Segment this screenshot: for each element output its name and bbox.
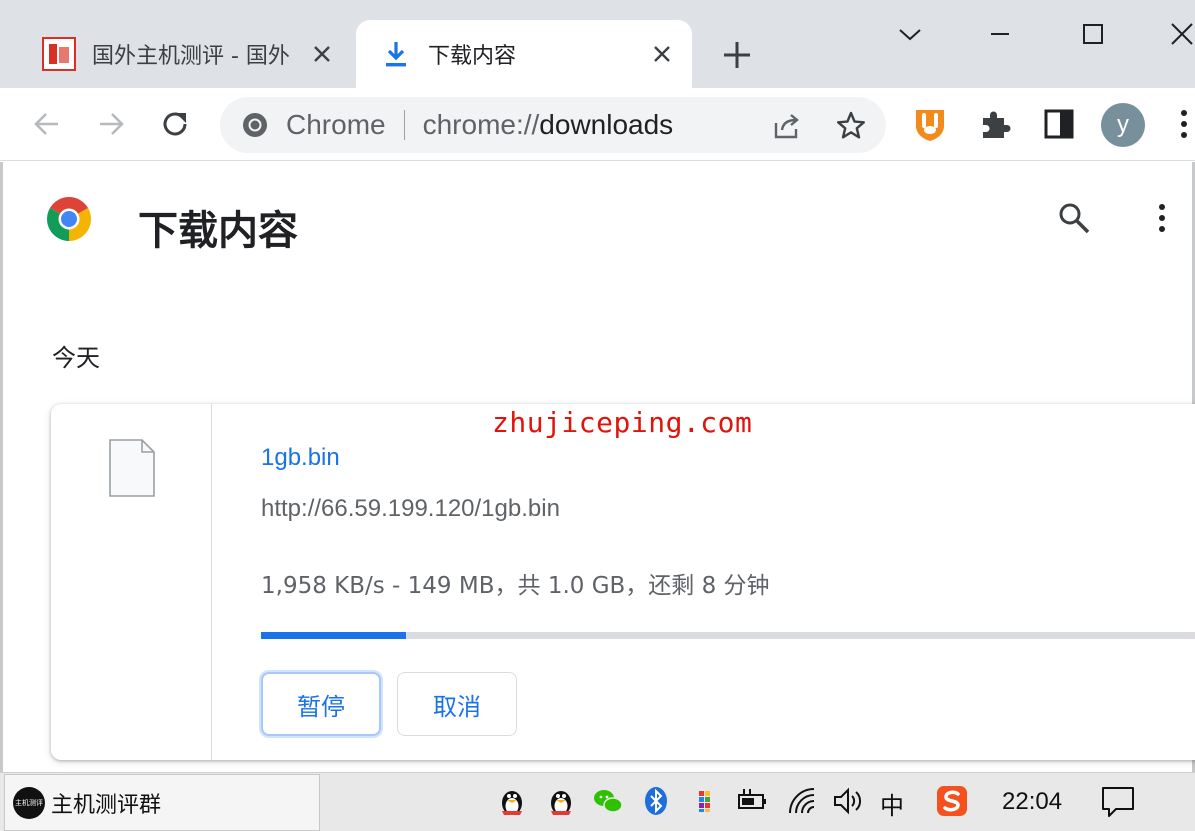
tab-title: 国外主机测评 - 国外: [92, 44, 290, 69]
chrome-logo-icon: [47, 197, 91, 241]
qq-penguin-icon[interactable]: [496, 785, 528, 817]
download-item-card: 1gb.bin http://66.59.199.120/1gb.bin 1,9…: [51, 404, 1195, 760]
bookmark-star-icon[interactable]: [834, 109, 868, 143]
windows-taskbar: 主机测评 主机测评群 中 22:04: [0, 772, 1195, 831]
ime-language-indicator[interactable]: 中: [880, 786, 904, 821]
taskbar-app-label: 主机测评群: [51, 792, 162, 818]
close-window-icon[interactable]: [1160, 14, 1195, 54]
wifi-icon[interactable]: [786, 785, 818, 817]
pause-button[interactable]: 暂停: [261, 672, 381, 736]
maximize-icon[interactable]: [1073, 14, 1113, 54]
cancel-button[interactable]: 取消: [397, 672, 517, 736]
date-section-header: 今天: [52, 344, 100, 372]
battery-charging-icon[interactable]: [736, 785, 768, 817]
rabbit-extension-icon[interactable]: [912, 106, 948, 142]
file-icon-column: [51, 404, 212, 760]
color-grid-app-icon[interactable]: [689, 785, 721, 817]
close-tab-icon[interactable]: [650, 42, 674, 66]
omnibox-divider: [403, 110, 405, 140]
tab-zhujiceping[interactable]: 国外主机测评 - 国外: [0, 20, 352, 88]
browser-toolbar: Chrome chrome://downloads y: [0, 88, 1195, 161]
zhujiceping-app-icon: 主机测评: [13, 786, 45, 819]
tab-downloads[interactable]: 下载内容: [356, 20, 692, 88]
search-icon[interactable]: [1056, 200, 1092, 236]
reload-icon[interactable]: [156, 105, 194, 143]
taskbar-clock[interactable]: 22:04: [1002, 788, 1062, 816]
more-options-icon[interactable]: [1150, 200, 1174, 236]
omnibox-url: chrome://downloads: [422, 109, 674, 140]
notification-center-icon[interactable]: [1100, 785, 1136, 819]
tab-title: 下载内容: [428, 44, 517, 69]
close-tab-icon[interactable]: [310, 42, 334, 66]
file-icon: [109, 439, 155, 497]
browser-menu-icon[interactable]: [1174, 106, 1194, 142]
download-arrow-icon: [386, 42, 406, 67]
volume-icon[interactable]: [832, 785, 864, 817]
sogou-ime-icon[interactable]: [936, 785, 968, 817]
minimize-icon[interactable]: [980, 14, 1020, 54]
file-name-link[interactable]: 1gb.bin: [261, 444, 340, 472]
side-panel-icon[interactable]: [1041, 106, 1077, 142]
new-tab-plus-icon[interactable]: [720, 38, 754, 72]
zhujiceping-seal-icon: [42, 37, 76, 71]
qq-penguin-icon[interactable]: [545, 785, 577, 817]
forward-arrow-icon[interactable]: [92, 105, 130, 143]
chrome-site-icon: [243, 113, 267, 137]
omnibox-chip: Chrome: [286, 109, 386, 140]
profile-avatar[interactable]: y: [1101, 103, 1145, 147]
back-arrow-icon[interactable]: [28, 105, 66, 143]
wechat-icon[interactable]: [592, 785, 624, 817]
file-source-url: http://66.59.199.120/1gb.bin: [261, 495, 560, 522]
download-progress-fill: [261, 632, 406, 639]
bluetooth-icon[interactable]: [640, 785, 672, 817]
tab-strip: 国外主机测评 - 国外 下载内容: [0, 0, 1195, 88]
download-status: 1,958 KB/s - 149 MB，共 1.0 GB，还剩 8 分钟: [261, 573, 770, 599]
extensions-puzzle-icon[interactable]: [977, 106, 1013, 142]
share-icon[interactable]: [770, 109, 804, 143]
address-bar[interactable]: Chrome chrome://downloads: [220, 97, 886, 153]
download-progress-bar: [261, 632, 1195, 639]
watermark-text: zhujiceping.com: [492, 406, 753, 439]
taskbar-app-zhujiceping-group[interactable]: 主机测评 主机测评群: [4, 774, 320, 831]
page-title: 下载内容: [138, 208, 298, 254]
downloads-header: 下载内容: [0, 162, 1195, 282]
tab-search-chevron-icon[interactable]: [890, 14, 930, 54]
